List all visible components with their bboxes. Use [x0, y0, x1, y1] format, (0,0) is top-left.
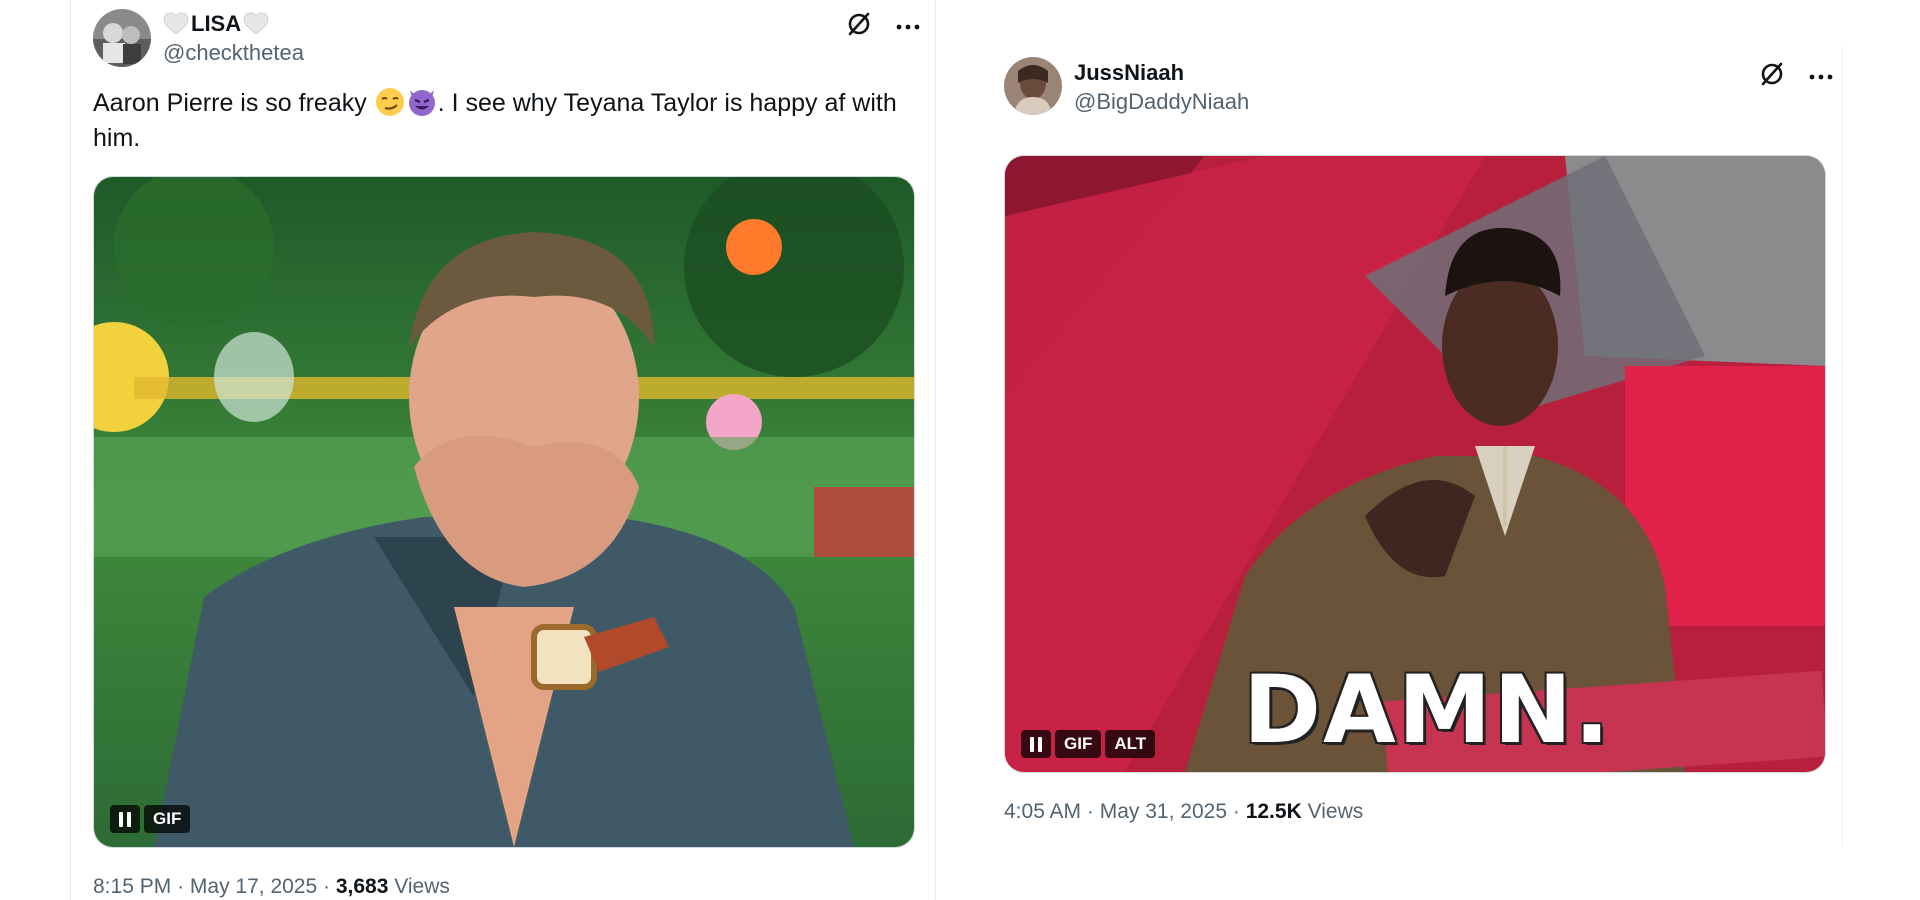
- timestamp-date[interactable]: May 17, 2025: [190, 875, 317, 898]
- display-name-text: LISA: [191, 11, 242, 36]
- tweet-card[interactable]: LISA @checkthetea Aaron Pierre is so fre…: [70, 0, 936, 900]
- more-icon[interactable]: [1809, 68, 1833, 86]
- alt-badge[interactable]: ALT: [1105, 730, 1156, 758]
- gif-badge: GIF: [144, 805, 191, 833]
- heart-icon: [163, 12, 189, 36]
- pause-icon: [1030, 736, 1042, 752]
- views-count: 12.5K: [1245, 800, 1302, 823]
- tweet-meta: 4:05 AM · May 31, 2025 · 12.5K Views: [1004, 800, 1363, 824]
- tweet-meta: 8:15 PM · May 17, 2025 · 3,683 Views: [93, 875, 450, 899]
- separator: ·: [177, 875, 185, 898]
- grok-icon[interactable]: [1759, 61, 1785, 92]
- smiling-imp-emoji-icon: [407, 87, 437, 117]
- gif-media[interactable]: DAMN. GIF ALT: [1004, 155, 1826, 773]
- more-icon[interactable]: [896, 18, 920, 36]
- views-count: 3,683: [335, 875, 389, 898]
- user-handle[interactable]: @checkthetea: [163, 40, 304, 66]
- grok-icon[interactable]: [846, 11, 872, 42]
- pause-button[interactable]: [110, 805, 140, 833]
- timestamp-time[interactable]: 8:15 PM: [93, 875, 171, 898]
- display-name[interactable]: JussNiaah: [1074, 60, 1184, 86]
- gif-badge: GIF: [1055, 730, 1102, 758]
- gif-media[interactable]: GIF: [93, 176, 915, 848]
- avatar[interactable]: [93, 9, 151, 67]
- avatar[interactable]: [1004, 57, 1062, 115]
- gif-image: [94, 177, 914, 847]
- pause-icon: [119, 811, 131, 827]
- display-name[interactable]: LISA: [163, 11, 269, 37]
- views-label: Views: [394, 875, 450, 898]
- tweet-text-part1: Aaron Pierre is so freaky: [93, 89, 367, 117]
- separator: ·: [1232, 800, 1240, 823]
- timestamp-time[interactable]: 4:05 AM: [1004, 800, 1081, 823]
- tweet-text: Aaron Pierre is so freaky . I see why Te…: [93, 86, 913, 156]
- separator: ·: [323, 875, 331, 898]
- heart-icon: [243, 12, 269, 36]
- gif-caption: DAMN.: [1243, 656, 1612, 765]
- tweet-card[interactable]: JussNiaah @BigDaddyNiaah DAMN. GIF ALT 4…: [977, 45, 1843, 845]
- pause-button[interactable]: [1021, 730, 1051, 758]
- timestamp-date[interactable]: May 31, 2025: [1100, 800, 1227, 823]
- smirking-face-emoji-icon: [375, 87, 405, 117]
- separator: ·: [1086, 800, 1094, 823]
- views-label: Views: [1307, 800, 1364, 823]
- user-handle[interactable]: @BigDaddyNiaah: [1074, 89, 1249, 115]
